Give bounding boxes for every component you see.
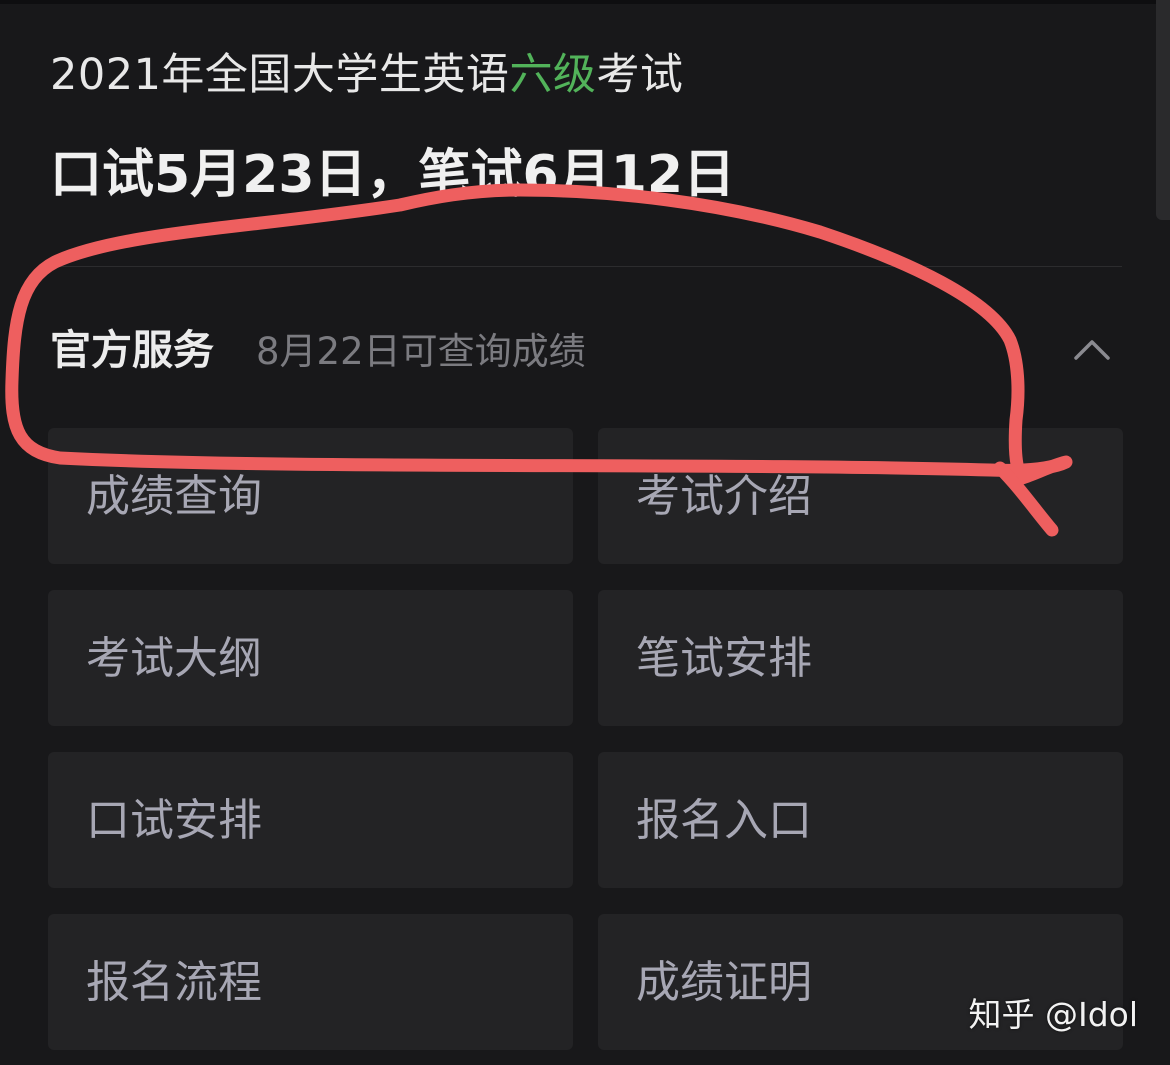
scrollbar[interactable] [1156,0,1170,220]
tile-exam-intro[interactable]: 考试介绍 [598,428,1123,564]
tile-label: 报名入口 [636,795,812,846]
tile-label: 考试大纲 [86,633,262,684]
divider [50,266,1122,267]
tile-score-query[interactable]: 成绩查询 [48,428,573,564]
section-subtitle: 8月22日可查询成绩 [256,330,586,373]
official-services-header[interactable]: 官方服务 8月22日可查询成绩 [50,318,1122,382]
tile-registration-process[interactable]: 报名流程 [48,914,573,1050]
tile-registration-entry[interactable]: 报名入口 [598,752,1123,888]
tile-label: 成绩查询 [86,471,262,522]
chevron-up-icon [1074,340,1110,360]
exam-title: 2021年全国大学生英语六级考试 [50,46,683,104]
tile-label: 笔试安排 [636,633,812,684]
top-edge [0,0,1170,4]
tile-syllabus[interactable]: 考试大纲 [48,590,573,726]
zhihu-watermark: 知乎 @Idol [968,995,1138,1034]
tile-label: 口试安排 [86,795,262,846]
collapse-button[interactable] [1062,320,1122,380]
section-title: 官方服务 [50,326,214,374]
tile-written-schedule[interactable]: 笔试安排 [598,590,1123,726]
exam-dates: 口试5月23日，笔试6月12日 [50,145,736,205]
tile-label: 考试介绍 [636,471,812,522]
exam-card-page: 2021年全国大学生英语六级考试 口试5月23日，笔试6月12日 官方服务 8月… [0,0,1170,1065]
tile-label: 成绩证明 [636,957,812,1008]
exam-title-highlight: 六级 [509,50,597,100]
tile-oral-schedule[interactable]: 口试安排 [48,752,573,888]
exam-title-prefix: 2021年全国大学生英语 [50,50,510,100]
tile-label: 报名流程 [86,957,262,1008]
exam-title-suffix: 考试 [596,50,684,100]
